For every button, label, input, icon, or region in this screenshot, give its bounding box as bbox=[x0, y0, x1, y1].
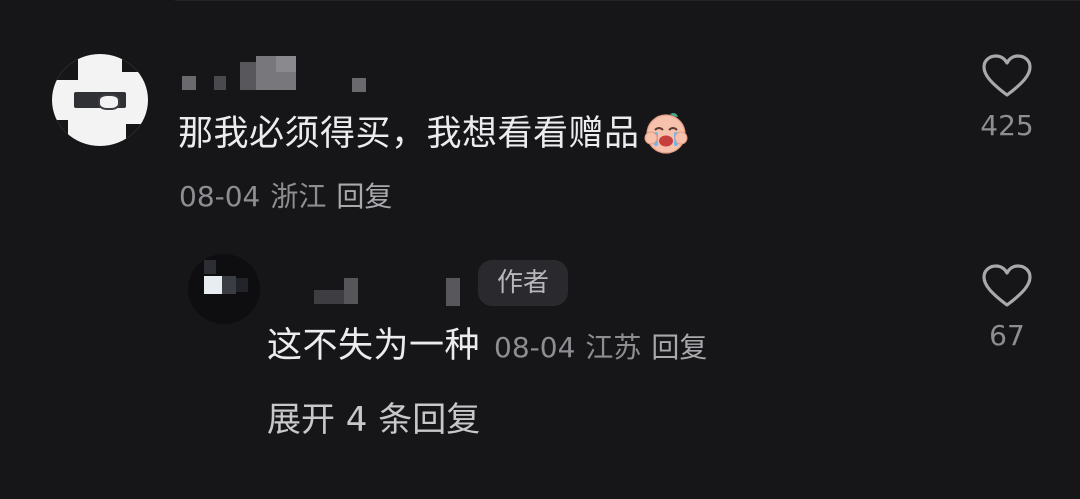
comment-location: 浙江 bbox=[270, 180, 327, 213]
comment-meta: 08-04 浙江 回复 bbox=[179, 176, 402, 218]
reply-content: 这不失为一种 08-04 江苏 回复 bbox=[267, 322, 717, 376]
comment-date: 08-04 bbox=[179, 180, 261, 213]
comment-thread: 那我必须得买，我想看看赠品 08-04 浙江 回复 425 作者 这不失为一种 … bbox=[0, 0, 1080, 499]
heart-outline-icon bbox=[982, 54, 1032, 97]
like-button[interactable]: 425 bbox=[962, 54, 1052, 144]
reply-reply-button[interactable]: 回复 bbox=[651, 331, 707, 364]
reply-button[interactable]: 回复 bbox=[336, 180, 392, 213]
reply-like-count: 67 bbox=[989, 319, 1025, 352]
username-blurred[interactable] bbox=[180, 52, 380, 98]
crying-baby-emoji-icon bbox=[642, 108, 690, 156]
divider bbox=[175, 0, 1080, 1]
reply-date: 08-04 bbox=[494, 331, 576, 364]
reply-meta: 08-04 江苏 回复 bbox=[494, 331, 717, 364]
reply-avatar[interactable] bbox=[188, 254, 260, 324]
reply-username-blurred[interactable] bbox=[300, 266, 470, 310]
reply-text: 这不失为一种 bbox=[267, 326, 481, 366]
avatar[interactable] bbox=[52, 54, 148, 146]
heart-outline-icon bbox=[982, 264, 1032, 307]
comment-body: 那我必须得买，我想看看赠品 bbox=[178, 114, 640, 154]
expand-replies-button[interactable]: 展开 4 条回复 bbox=[267, 396, 480, 444]
like-count: 425 bbox=[980, 109, 1034, 142]
reply-like-button[interactable]: 67 bbox=[962, 264, 1052, 354]
reply-location: 江苏 bbox=[585, 331, 642, 364]
author-badge: 作者 bbox=[478, 260, 568, 306]
comment-text: 那我必须得买，我想看看赠品 bbox=[178, 108, 690, 160]
